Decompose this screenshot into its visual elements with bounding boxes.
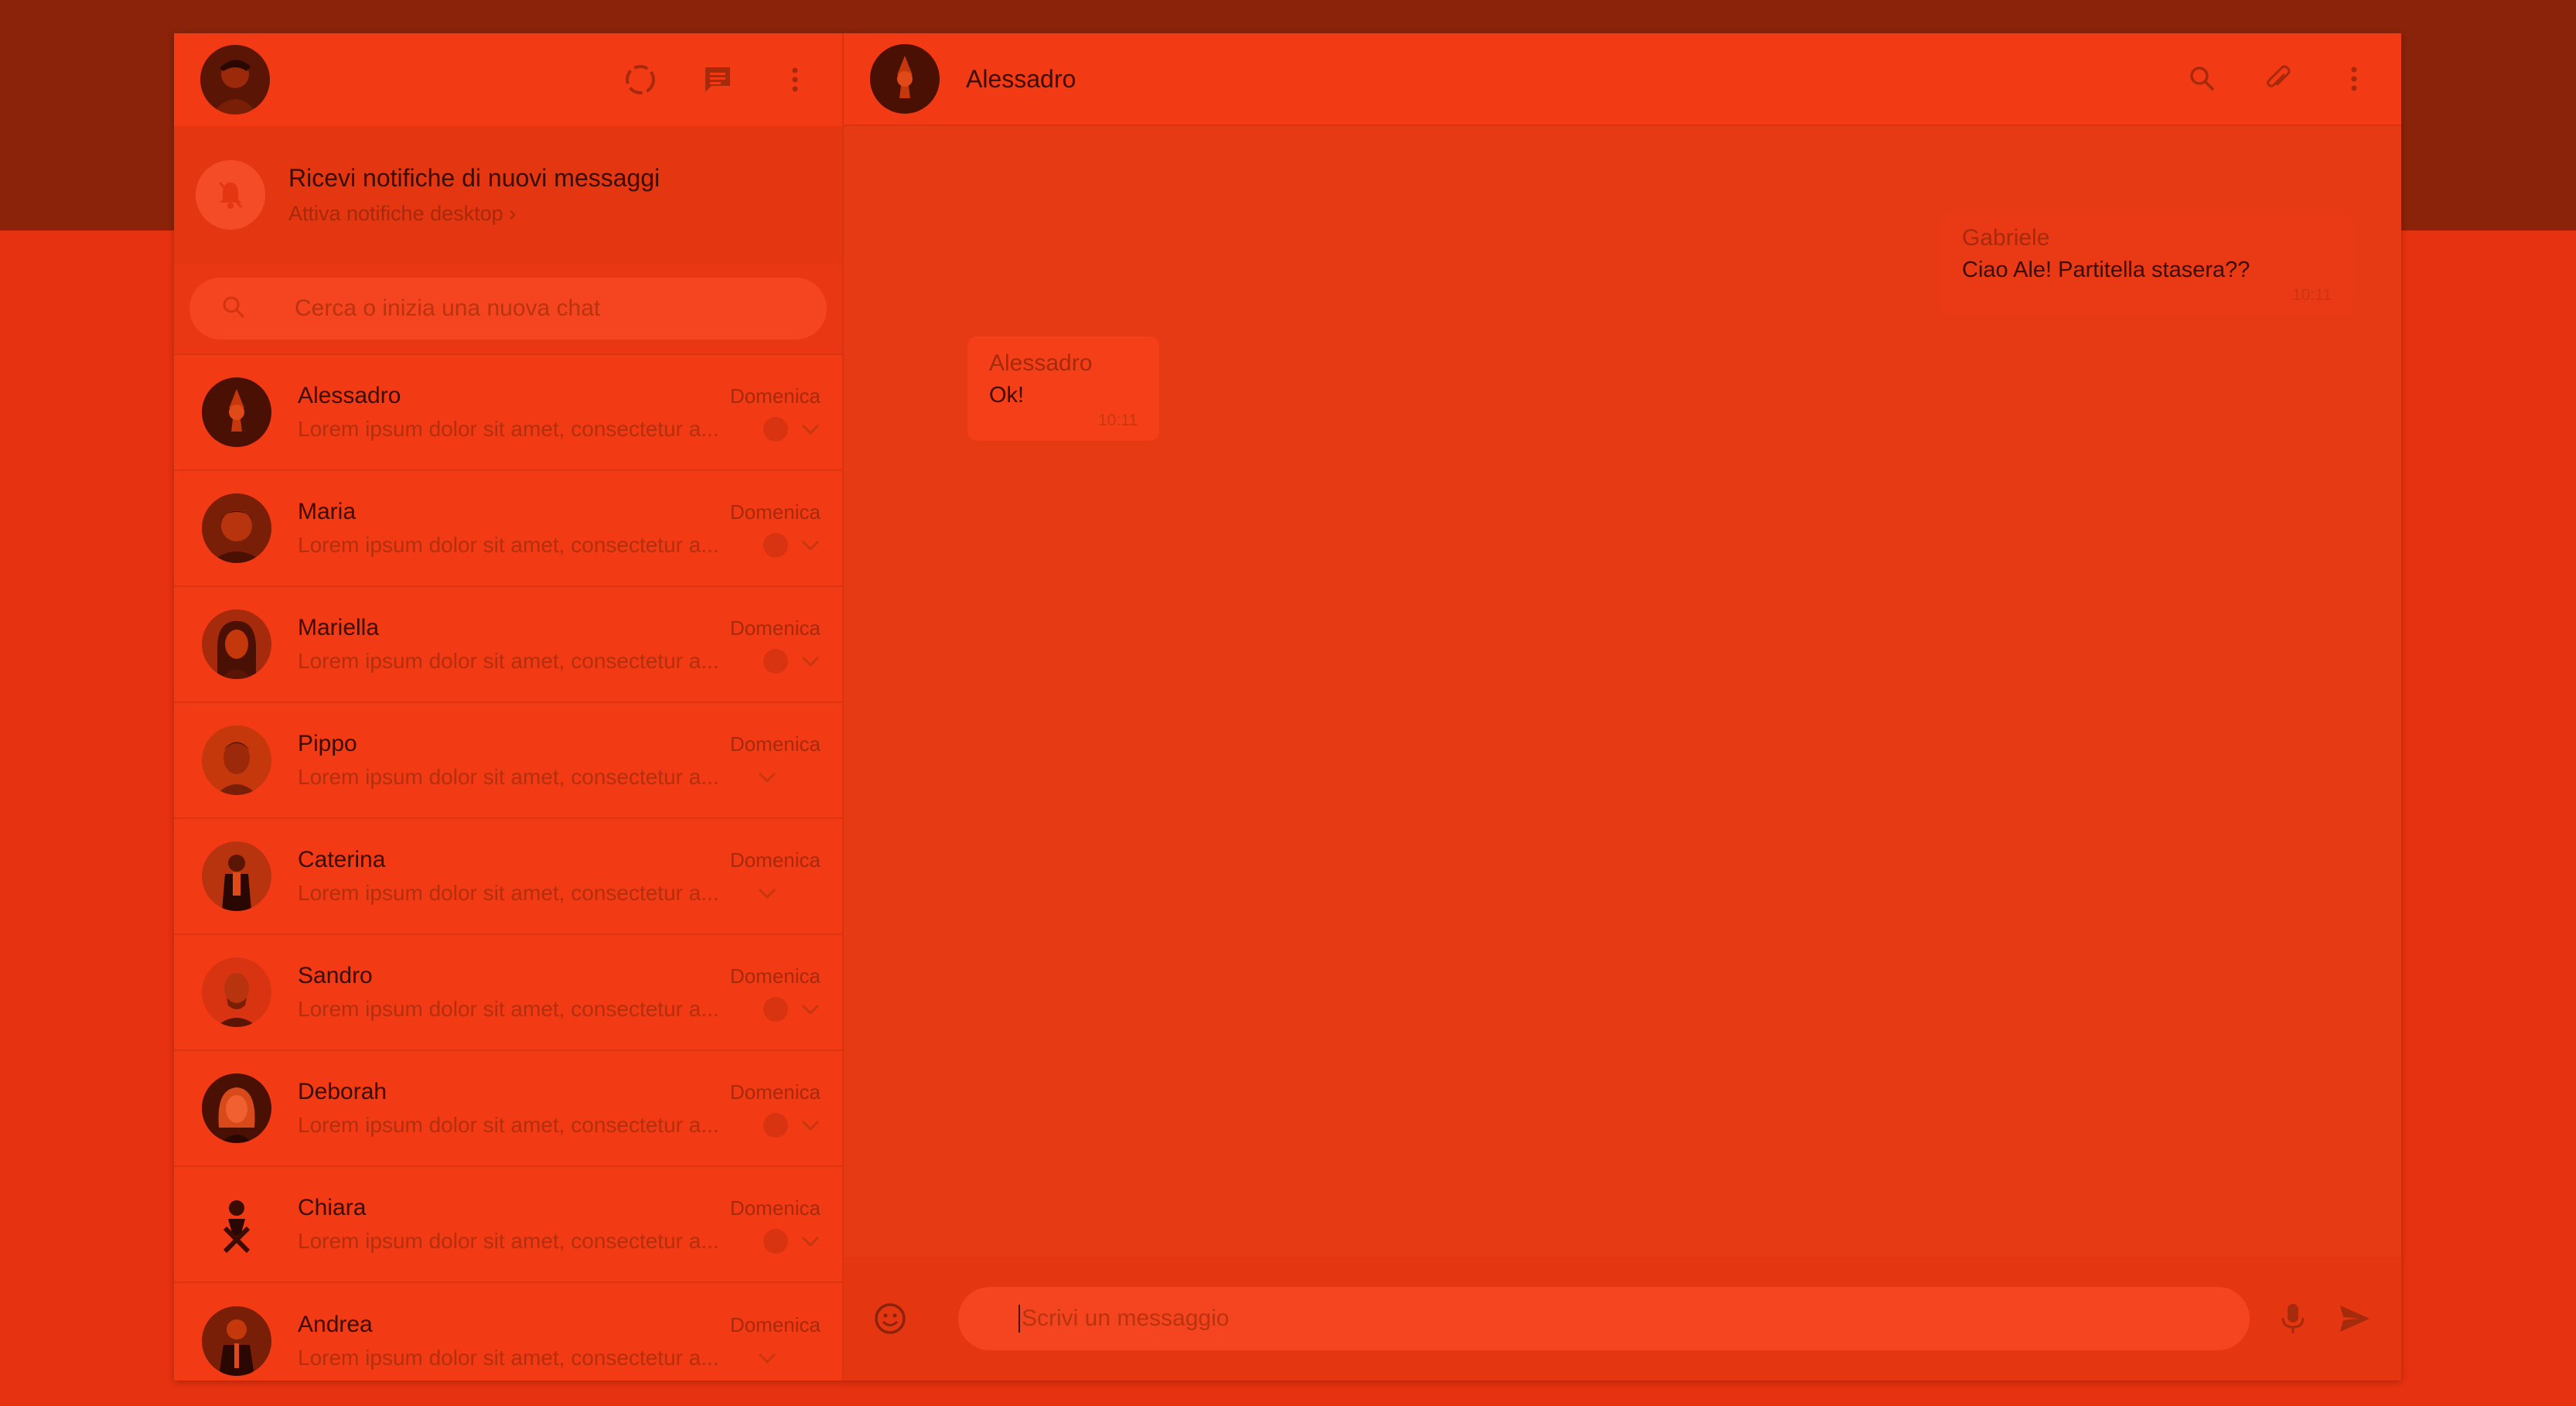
chat-time: Domenica: [729, 964, 821, 988]
notification-title: Ricevi notifiche di nuovi messaggi: [288, 164, 660, 192]
contact-name: Alessadro: [966, 64, 1076, 93]
chat-name: Maria: [298, 499, 357, 524]
conversation-header[interactable]: Alessadro: [844, 33, 2401, 126]
chat-item-pippo[interactable]: Pippo Domenica Lorem ipsum dolor sit amet…: [174, 703, 842, 819]
app-window: Ricevi notifiche di nuovi messaggi Attiv…: [174, 33, 2401, 1380]
new-chat-icon[interactable]: [697, 59, 739, 101]
message-bubble-outgoing[interactable]: Gabriele Ciao Ale! Partitella stasera?? …: [1940, 211, 2353, 316]
chat-preview: Lorem ipsum dolor sit amet, consectetur …: [298, 649, 719, 673]
avatar: [202, 841, 271, 911]
pin-icon: [763, 1229, 788, 1254]
chevron-down-icon[interactable]: [800, 421, 821, 437]
chat-time: Domenica: [729, 1313, 821, 1336]
chat-name: Chiara: [298, 1195, 367, 1220]
chat-time: Domenica: [729, 616, 821, 640]
chevron-down-icon[interactable]: [800, 654, 821, 669]
avatar: [202, 609, 271, 679]
emoji-icon[interactable]: [867, 1295, 913, 1342]
chat-preview: Lorem ipsum dolor sit amet, consectetur …: [298, 1229, 719, 1253]
message-bubble-incoming[interactable]: Alessadro Ok! 10:11: [967, 336, 1159, 441]
chat-name: Alessadro: [298, 383, 401, 408]
chat-item-caterina[interactable]: Caterina Domenica Lorem ipsum dolor sit a…: [174, 819, 842, 935]
chat-preview: Lorem ipsum dolor sit amet, consectetur …: [298, 1113, 719, 1137]
pin-icon: [763, 997, 788, 1022]
chat-name: Caterina: [298, 847, 386, 872]
chat-preview: Lorem ipsum dolor sit amet, consectetur …: [298, 881, 719, 905]
message-sender: Gabriele: [1962, 225, 2050, 251]
chat-preview: Lorem ipsum dolor sit amet, consectetur …: [298, 417, 719, 441]
message-time: 10:11: [1098, 411, 1138, 429]
my-avatar[interactable]: [200, 45, 270, 114]
chat-preview: Lorem ipsum dolor sit amet, consectetur …: [298, 533, 719, 557]
avatar: [202, 957, 271, 1027]
message-input[interactable]: [1018, 1305, 2189, 1333]
message-box: [958, 1287, 2250, 1350]
search-input[interactable]: [293, 295, 796, 322]
message-text: Ciao Ale! Partitella stasera??: [1962, 258, 2250, 282]
message-area: Gabriele Ciao Ale! Partitella stasera?? …: [844, 126, 2401, 1257]
chat-preview: Lorem ipsum dolor sit amet, consectetur …: [298, 1346, 719, 1370]
send-icon[interactable]: [2332, 1295, 2378, 1342]
composer: [844, 1257, 2401, 1380]
enable-notifications-link[interactable]: Attiva notifiche desktop ›: [288, 202, 660, 226]
chat-item-alessadro[interactable]: Alessadro Domenica Lorem ipsum dolor sit …: [174, 355, 842, 471]
status-icon[interactable]: [619, 59, 661, 101]
chat-item-maria[interactable]: Maria Domenica Lorem ipsum dolor sit amet…: [174, 471, 842, 587]
message-sender: Alessadro: [989, 350, 1093, 376]
chat-item-chiara[interactable]: Chiara Domenica Lorem ipsum dolor sit ame…: [174, 1167, 842, 1283]
chevron-down-icon[interactable]: [757, 1350, 777, 1366]
search-box: [189, 278, 827, 340]
pin-icon: [763, 533, 788, 558]
chat-item-sandro[interactable]: Sandro Domenica Lorem ipsum dolor sit ame…: [174, 935, 842, 1051]
chat-preview: Lorem ipsum dolor sit amet, consectetur …: [298, 997, 719, 1021]
chat-time: Domenica: [729, 384, 821, 408]
chat-list: Alessadro Domenica Lorem ipsum dolor sit …: [174, 355, 842, 1380]
chevron-down-icon[interactable]: [800, 1002, 821, 1017]
chat-time: Domenica: [729, 500, 821, 524]
chevron-down-icon[interactable]: [800, 1234, 821, 1249]
chat-name: Deborah: [298, 1079, 387, 1104]
pin-icon: [763, 649, 788, 674]
chat-name: Andrea: [298, 1312, 373, 1337]
chat-item-andrea[interactable]: Andrea Domenica Lorem ipsum dolor sit ame…: [174, 1283, 842, 1380]
message-text: Ok!: [989, 383, 1025, 408]
chat-preview: Lorem ipsum dolor sit amet, consectetur …: [298, 765, 719, 789]
message-time: 10:11: [2292, 286, 2332, 304]
attach-icon[interactable]: [2257, 58, 2299, 100]
chevron-down-icon[interactable]: [757, 770, 777, 785]
chat-time: Domenica: [729, 1196, 821, 1220]
chat-item-deborah[interactable]: Deborah Domenica Lorem ipsum dolor sit am…: [174, 1051, 842, 1167]
chat-time: Domenica: [729, 732, 821, 756]
avatar: [202, 725, 271, 795]
avatar: [202, 377, 271, 447]
sidebar: Ricevi notifiche di nuovi messaggi Attiv…: [174, 33, 844, 1380]
chat-name: Mariella: [298, 615, 380, 640]
search-icon[interactable]: [2182, 58, 2223, 100]
chat-name: Pippo: [298, 731, 357, 756]
conversation-pane: Alessadro Gabriele Ciao Ale! Partitella …: [844, 33, 2401, 1380]
search-icon: [220, 294, 247, 324]
avatar: [202, 1189, 271, 1259]
chat-item-mariella[interactable]: Mariella Domenica Lorem ipsum dolor sit a…: [174, 587, 842, 703]
chevron-down-icon[interactable]: [800, 1118, 821, 1133]
chat-time: Domenica: [729, 848, 821, 872]
chevron-down-icon[interactable]: [800, 537, 821, 553]
avatar: [202, 493, 271, 563]
chevron-down-icon[interactable]: [757, 886, 777, 901]
search-bar: [174, 264, 842, 355]
chat-name: Sandro: [298, 963, 373, 988]
microphone-icon[interactable]: [2270, 1295, 2316, 1342]
menu-icon[interactable]: [774, 59, 816, 101]
notification-banner[interactable]: Ricevi notifiche di nuovi messaggi Attiv…: [174, 126, 842, 264]
avatar: [202, 1073, 271, 1143]
pin-icon: [763, 417, 788, 442]
chat-time: Domenica: [729, 1080, 821, 1104]
contact-avatar[interactable]: [870, 44, 940, 114]
sidebar-header: [174, 33, 842, 126]
menu-icon[interactable]: [2333, 58, 2375, 100]
avatar: [202, 1306, 271, 1376]
pin-icon: [763, 1113, 788, 1138]
bell-off-icon: [196, 160, 265, 230]
